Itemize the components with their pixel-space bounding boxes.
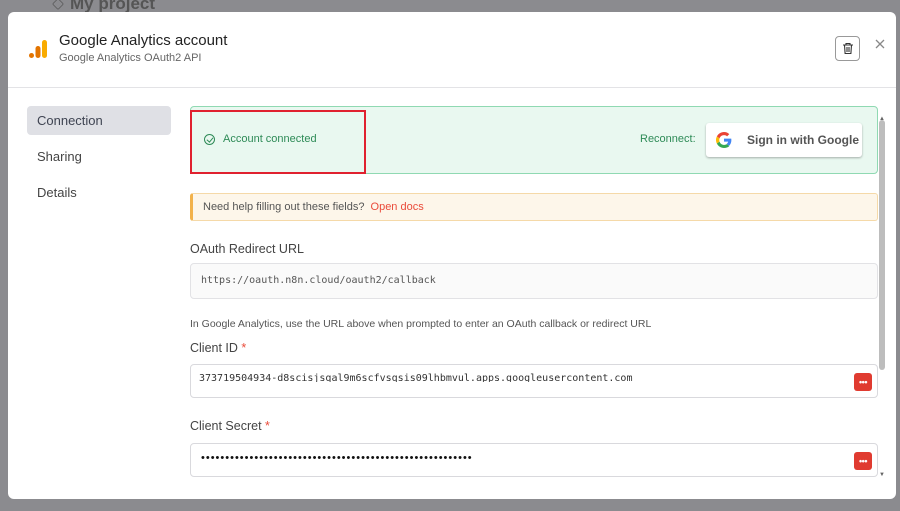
scrollbar-thumb[interactable] [879,120,885,370]
client-id-label: Client ID * [190,341,246,355]
credential-modal: Google Analytics account Google Analytic… [8,12,896,499]
client-id-toggle-button[interactable]: ••• [854,373,872,391]
sidebar-item-details[interactable]: Details [27,178,171,207]
client-id-value: 373719504934-d8scisjsqal9m6scfvsqsis09lh… [199,373,633,382]
client-id-label-text: Client ID [190,341,238,355]
client-secret-label-text: Client Secret [190,419,262,433]
reconnect-label: Reconnect: [640,133,696,145]
layers-icon [52,0,64,10]
scroll-down-arrow-icon[interactable]: ▼ [878,472,886,478]
more-dots-icon: ••• [859,377,867,387]
google-logo-icon [716,132,732,148]
client-id-field[interactable]: 373719504934-d8scisjsqal9m6scfvsqsis09lh… [190,364,878,398]
client-id-clip: 373719504934-d8scisjsqal9m6scfvsqsis09lh… [199,365,669,382]
more-dots-icon: ••• [859,456,867,466]
sign-in-with-google-button[interactable]: Sign in with Google [706,123,862,157]
client-secret-field[interactable]: ••••••••••••••••••••••••••••••••••••••••… [190,443,878,477]
google-analytics-logo-icon [29,40,47,58]
modal-subtitle: Google Analytics OAuth2 API [59,52,202,64]
help-text: Need help filling out these fields? [203,201,365,213]
client-secret-value: ••••••••••••••••••••••••••••••••••••••••… [201,452,473,464]
redirect-url-hint: In Google Analytics, use the URL above w… [190,318,652,330]
required-mark: * [241,341,247,355]
sidebar-item-connection[interactable]: Connection [27,106,171,135]
help-notice: Need help filling out these fields? Open… [190,193,878,221]
redirect-url-label: OAuth Redirect URL [190,242,304,256]
modal-header: Google Analytics account Google Analytic… [8,12,896,88]
client-secret-toggle-button[interactable]: ••• [854,452,872,470]
trash-icon [842,42,853,55]
sidebar-item-sharing[interactable]: Sharing [27,142,171,171]
sign-in-with-google-label: Sign in with Google [747,133,859,147]
required-mark: * [265,419,270,433]
modal-title: Google Analytics account [59,32,228,49]
close-icon [875,39,885,49]
sidebar: Connection Sharing Details [27,106,171,214]
close-button[interactable] [873,37,887,51]
highlight-box [190,110,366,174]
delete-credential-button[interactable] [835,36,860,61]
open-docs-link[interactable]: Open docs [371,201,424,213]
redirect-url-field[interactable]: https://oauth.n8n.cloud/oauth2/callback [190,263,878,299]
client-secret-label: Client Secret * [190,419,270,433]
